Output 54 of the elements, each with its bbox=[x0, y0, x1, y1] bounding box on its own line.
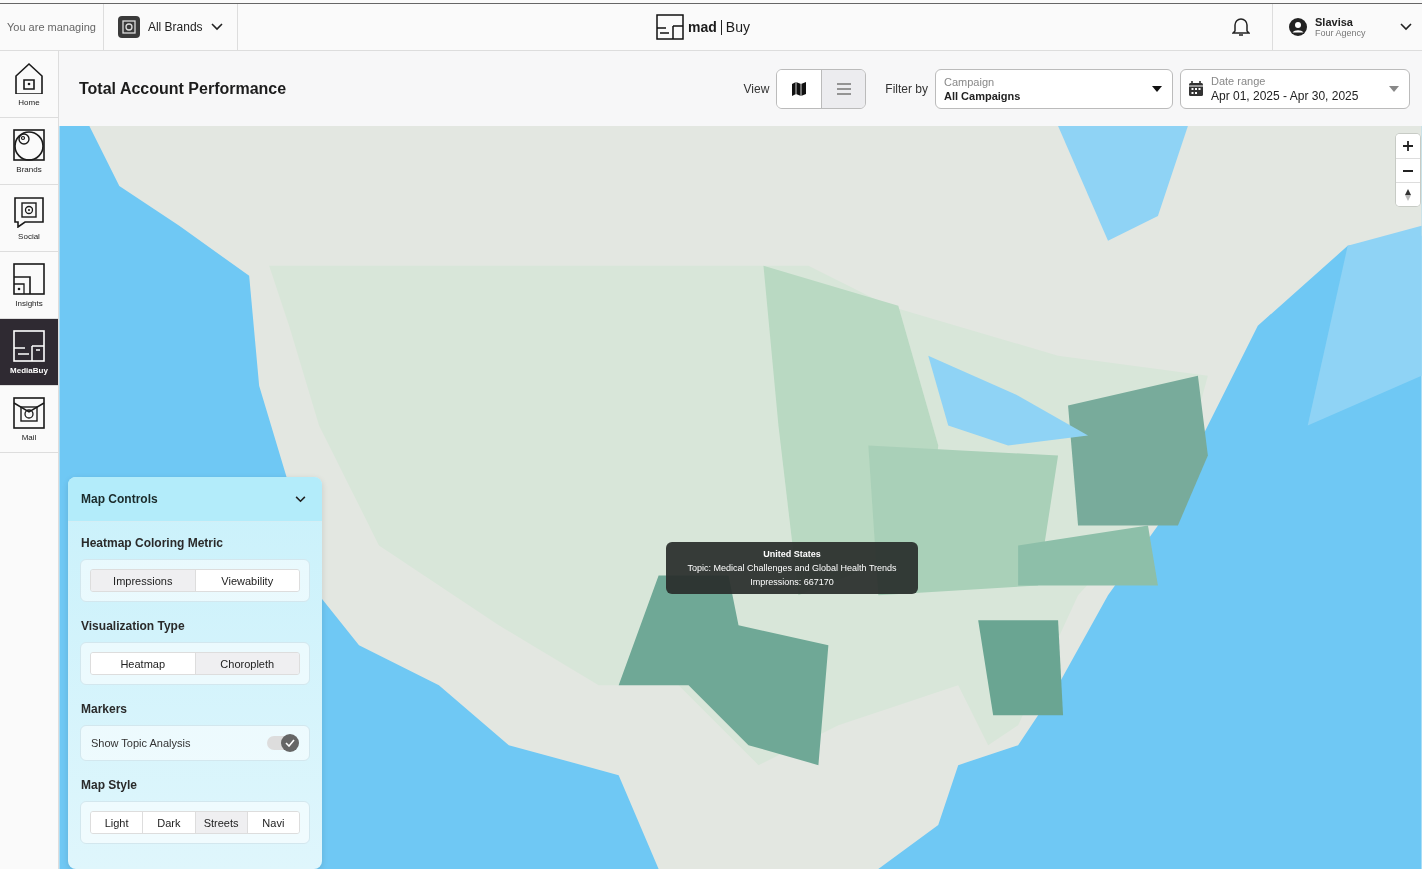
caret-icon bbox=[1389, 85, 1399, 92]
map-view-button[interactable] bbox=[777, 69, 822, 108]
circles-icon bbox=[13, 128, 45, 161]
user-menu[interactable]: Slavisa Four Agency bbox=[1272, 4, 1422, 50]
list-icon bbox=[835, 80, 852, 97]
bell-icon bbox=[1232, 17, 1250, 37]
chevron-down-icon bbox=[210, 23, 223, 31]
section-title: Heatmap Coloring Metric bbox=[81, 536, 225, 550]
home-icon bbox=[13, 61, 45, 94]
compass-button[interactable] bbox=[1396, 182, 1420, 206]
map-icon bbox=[791, 80, 808, 97]
segment-button[interactable]: Navi bbox=[246, 812, 299, 833]
section-title: Map Style bbox=[81, 778, 138, 792]
sidebar-item[interactable]: MediaBuy bbox=[0, 319, 58, 386]
chevron-icon bbox=[295, 495, 306, 503]
segment-button[interactable]: Heatmap bbox=[91, 653, 195, 674]
segment-button[interactable]: Light bbox=[91, 812, 143, 833]
compass-icon bbox=[1402, 188, 1414, 201]
user-avatar-icon bbox=[1289, 18, 1307, 36]
managing-label: You are managing bbox=[0, 4, 104, 50]
page-title: Total Account Performance bbox=[79, 79, 287, 98]
envelope-icon bbox=[13, 396, 45, 429]
section-title: Visualization Type bbox=[81, 619, 186, 633]
tooltip-text: Impressions: 667170 bbox=[750, 577, 834, 587]
plus-icon bbox=[1402, 140, 1414, 152]
toggle-label: Show Topic Analysis bbox=[91, 737, 191, 749]
tooltip-title: United States bbox=[763, 549, 821, 559]
collapse-button[interactable] bbox=[293, 493, 308, 505]
user-name: Slavisa bbox=[1315, 16, 1354, 28]
filter-label: Filter by bbox=[885, 81, 928, 96]
brand-icon bbox=[117, 16, 140, 38]
date-range-select[interactable]: Date range Apr 01, 2025 - Apr 30, 2025 bbox=[1180, 68, 1410, 109]
view-label: View bbox=[743, 81, 770, 96]
chevron-down-icon bbox=[1400, 23, 1412, 31]
calendar-icon bbox=[1189, 81, 1203, 96]
section-title: Markers bbox=[81, 702, 129, 716]
check-icon bbox=[285, 739, 295, 747]
toggle-switch[interactable] bbox=[267, 736, 297, 750]
segment-button[interactable]: Choropleth bbox=[194, 653, 299, 674]
caret-icon bbox=[1152, 85, 1162, 92]
screen-icon bbox=[13, 329, 45, 362]
logo-text: mad Buy bbox=[688, 19, 750, 35]
tooltip-text: Topic: Medical Challenges and Global Health Trends bbox=[687, 563, 897, 573]
logo-icon bbox=[656, 14, 684, 40]
chat-bubble-icon bbox=[13, 195, 45, 228]
segment-button[interactable]: Dark bbox=[142, 812, 195, 833]
panel-title: Map Controls bbox=[81, 492, 158, 506]
segment-button[interactable]: Viewability bbox=[194, 570, 299, 591]
brand-selector[interactable]: All Brands bbox=[103, 4, 238, 50]
user-org: Four Agency bbox=[1315, 28, 1366, 38]
squares-icon bbox=[13, 262, 45, 295]
segment-button[interactable]: Streets bbox=[194, 812, 247, 833]
campaign-select[interactable]: Campaign All Campaigns bbox=[935, 68, 1173, 109]
segment-button[interactable]: Impressions bbox=[91, 570, 195, 591]
